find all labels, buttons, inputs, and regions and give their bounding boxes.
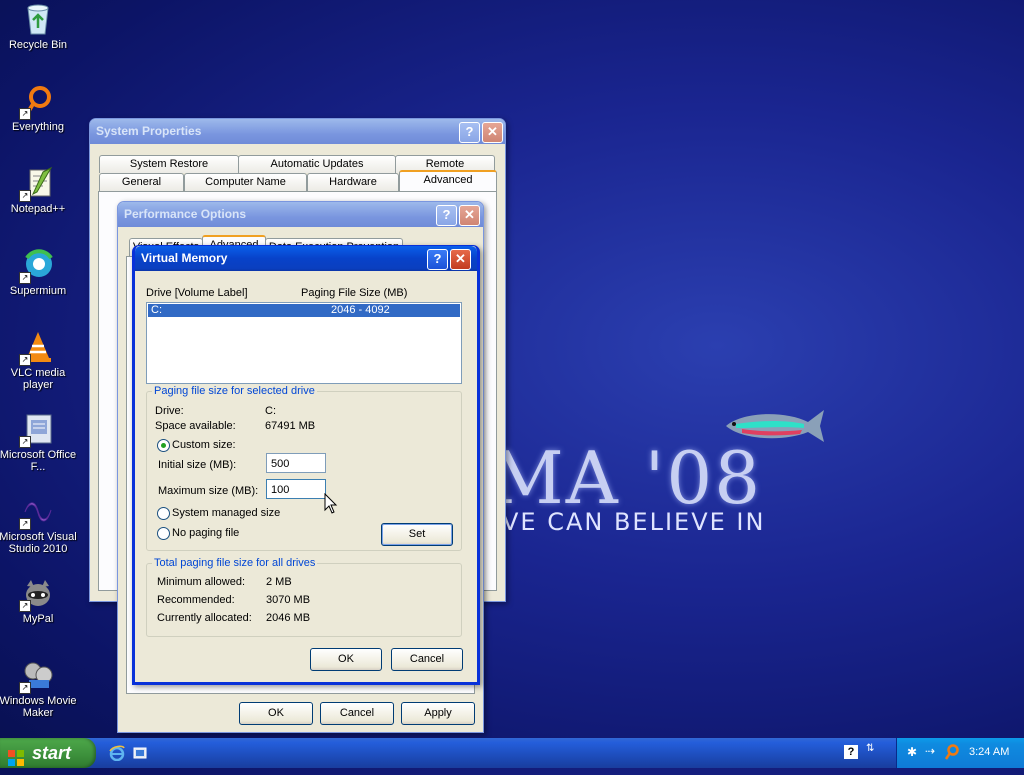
apply-button[interactable]: Apply (401, 702, 475, 725)
help-button[interactable]: ? (427, 249, 448, 270)
tab-system-restore[interactable]: System Restore (99, 155, 239, 173)
desktop-icon-label: Windows Movie Maker (0, 695, 77, 719)
taskbar: start ? ⇅ ✱ ⇢ 3:24 AM (0, 738, 1024, 768)
desktop-icon-supermium[interactable]: ↗ Supermium (0, 248, 78, 297)
clock[interactable]: 3:24 AM (969, 746, 1009, 758)
tab-automatic-updates[interactable]: Automatic Updates (238, 155, 396, 173)
custom-size-radio[interactable] (157, 439, 170, 452)
ok-button[interactable]: OK (310, 648, 382, 671)
system-managed-label: System managed size (172, 507, 281, 519)
office-icon: ↗ (19, 412, 55, 448)
desktop-icon-office[interactable]: ↗ Microsoft Office F... (0, 412, 78, 473)
visual-studio-icon: ↗ (19, 494, 55, 530)
column-header-drive: Drive [Volume Label] (146, 287, 248, 299)
recommended-label: Recommended: (157, 594, 235, 606)
group-label: Total paging file size for all drives (152, 557, 318, 569)
ok-button[interactable]: OK (239, 702, 313, 725)
minimum-allowed-value: 2 MB (266, 576, 292, 588)
space-available-value: 67491 MB (265, 420, 316, 432)
set-button[interactable]: Set (381, 523, 453, 546)
wallpaper-tagline: VE CAN BELIEVE IN (502, 508, 766, 536)
desktop-icon-vlc[interactable]: ↗ VLC media player (0, 330, 78, 391)
desktop-icon-label: MyPal (22, 613, 54, 625)
drive-label: Drive: (155, 405, 184, 417)
group-label: Paging file size for selected drive (152, 385, 317, 397)
close-button[interactable]: ✕ (459, 205, 480, 226)
start-label: start (32, 743, 72, 763)
vlc-icon: ↗ (19, 330, 55, 366)
desktop-icon-label: Recycle Bin (8, 39, 68, 51)
wallpaper-fish-image (726, 410, 824, 442)
desktop-icon-label: Microsoft Office F... (0, 449, 77, 473)
tab-hardware[interactable]: Hardware (307, 173, 399, 191)
maximum-size-label: Maximum size (MB): (158, 485, 259, 497)
windows-logo-icon (8, 745, 24, 766)
help-button[interactable]: ? (459, 122, 480, 143)
close-button[interactable]: ✕ (482, 122, 503, 143)
help-button[interactable]: ? (436, 205, 457, 226)
maximum-size-input[interactable]: 100 (266, 479, 326, 499)
virtual-memory-window: Virtual Memory ? ✕ Drive [Volume Label] … (132, 245, 480, 685)
tab-advanced[interactable]: Advanced (399, 170, 497, 191)
drive-list[interactable]: C: 2046 - 4092 (146, 302, 462, 384)
supermium-icon: ↗ (19, 248, 55, 284)
space-available-label: Space available: (155, 420, 236, 432)
column-header-paging-size: Paging File Size (MB) (301, 287, 408, 299)
desktop-icon-movie-maker[interactable]: ↗ Windows Movie Maker (0, 658, 78, 719)
paging-size-cell: 2046 - 4092 (331, 304, 390, 316)
system-tray: ✱ ⇢ 3:24 AM (896, 738, 1024, 768)
virtual-memory-titlebar[interactable]: Virtual Memory ? ✕ (135, 246, 477, 271)
mouse-cursor-icon (324, 493, 338, 514)
network-icon[interactable]: ✱ (907, 745, 917, 759)
help-icon[interactable]: ? (844, 745, 858, 759)
desktop-icon-recycle-bin[interactable]: Recycle Bin (0, 2, 78, 51)
drive-value: C: (265, 405, 276, 417)
close-button[interactable]: ✕ (450, 249, 471, 270)
internet-explorer-icon[interactable] (109, 745, 125, 762)
desktop-icon-visual-studio[interactable]: ↗ Microsoft Visual Studio 2010 (0, 494, 78, 555)
search-icon[interactable] (944, 744, 960, 763)
desktop-icon-label: Everything (12, 121, 64, 133)
recycle-bin-icon (21, 2, 55, 36)
list-item[interactable]: C: 2046 - 4092 (148, 304, 460, 317)
no-paging-file-label: No paging file (172, 527, 240, 539)
desktop-icon-everything[interactable]: ↗ Everything (0, 84, 78, 133)
no-paging-file-radio[interactable] (157, 527, 170, 540)
cancel-button[interactable]: Cancel (391, 648, 463, 671)
tab-computer-name[interactable]: Computer Name (184, 173, 307, 191)
desktop-icon-label: VLC media player (10, 367, 66, 391)
start-button[interactable]: start (0, 738, 96, 768)
desktop-icon-label: Supermium (9, 285, 67, 297)
window-title: System Properties (96, 124, 202, 138)
currently-allocated-label: Currently allocated: (157, 612, 252, 624)
performance-options-titlebar[interactable]: Performance Options ? ✕ (118, 202, 483, 227)
drive-cell: C: (151, 304, 162, 316)
mypal-icon: ↗ (19, 576, 55, 612)
movie-maker-icon: ↗ (19, 658, 55, 694)
connection-icon[interactable]: ⇢ (925, 744, 935, 758)
custom-size-label: Custom size: (172, 439, 236, 451)
language-bar-icon[interactable]: ⇅ (866, 743, 880, 761)
tab-general[interactable]: General (99, 173, 184, 191)
system-managed-radio[interactable] (157, 507, 170, 520)
notepad-plus-plus-icon: ↗ (19, 166, 55, 202)
cancel-button[interactable]: Cancel (320, 702, 394, 725)
desktop-icon-label: Notepad++ (10, 203, 66, 215)
everything-icon: ↗ (19, 84, 55, 120)
recommended-value: 3070 MB (266, 594, 311, 606)
window-title: Performance Options (124, 207, 247, 221)
window-title: Virtual Memory (141, 251, 228, 265)
initial-size-input[interactable]: 500 (266, 453, 326, 473)
desktop-icon-mypal[interactable]: ↗ MyPal (0, 576, 78, 625)
show-desktop-icon[interactable] (132, 745, 148, 761)
system-properties-titlebar[interactable]: System Properties ? ✕ (90, 119, 505, 144)
minimum-allowed-label: Minimum allowed: (157, 576, 246, 588)
desktop-icon-label: Microsoft Visual Studio 2010 (0, 531, 77, 555)
initial-size-label: Initial size (MB): (158, 459, 237, 471)
desktop-icon-notepad-plus-plus[interactable]: ↗ Notepad++ (0, 166, 78, 215)
currently-allocated-value: 2046 MB (266, 612, 311, 624)
